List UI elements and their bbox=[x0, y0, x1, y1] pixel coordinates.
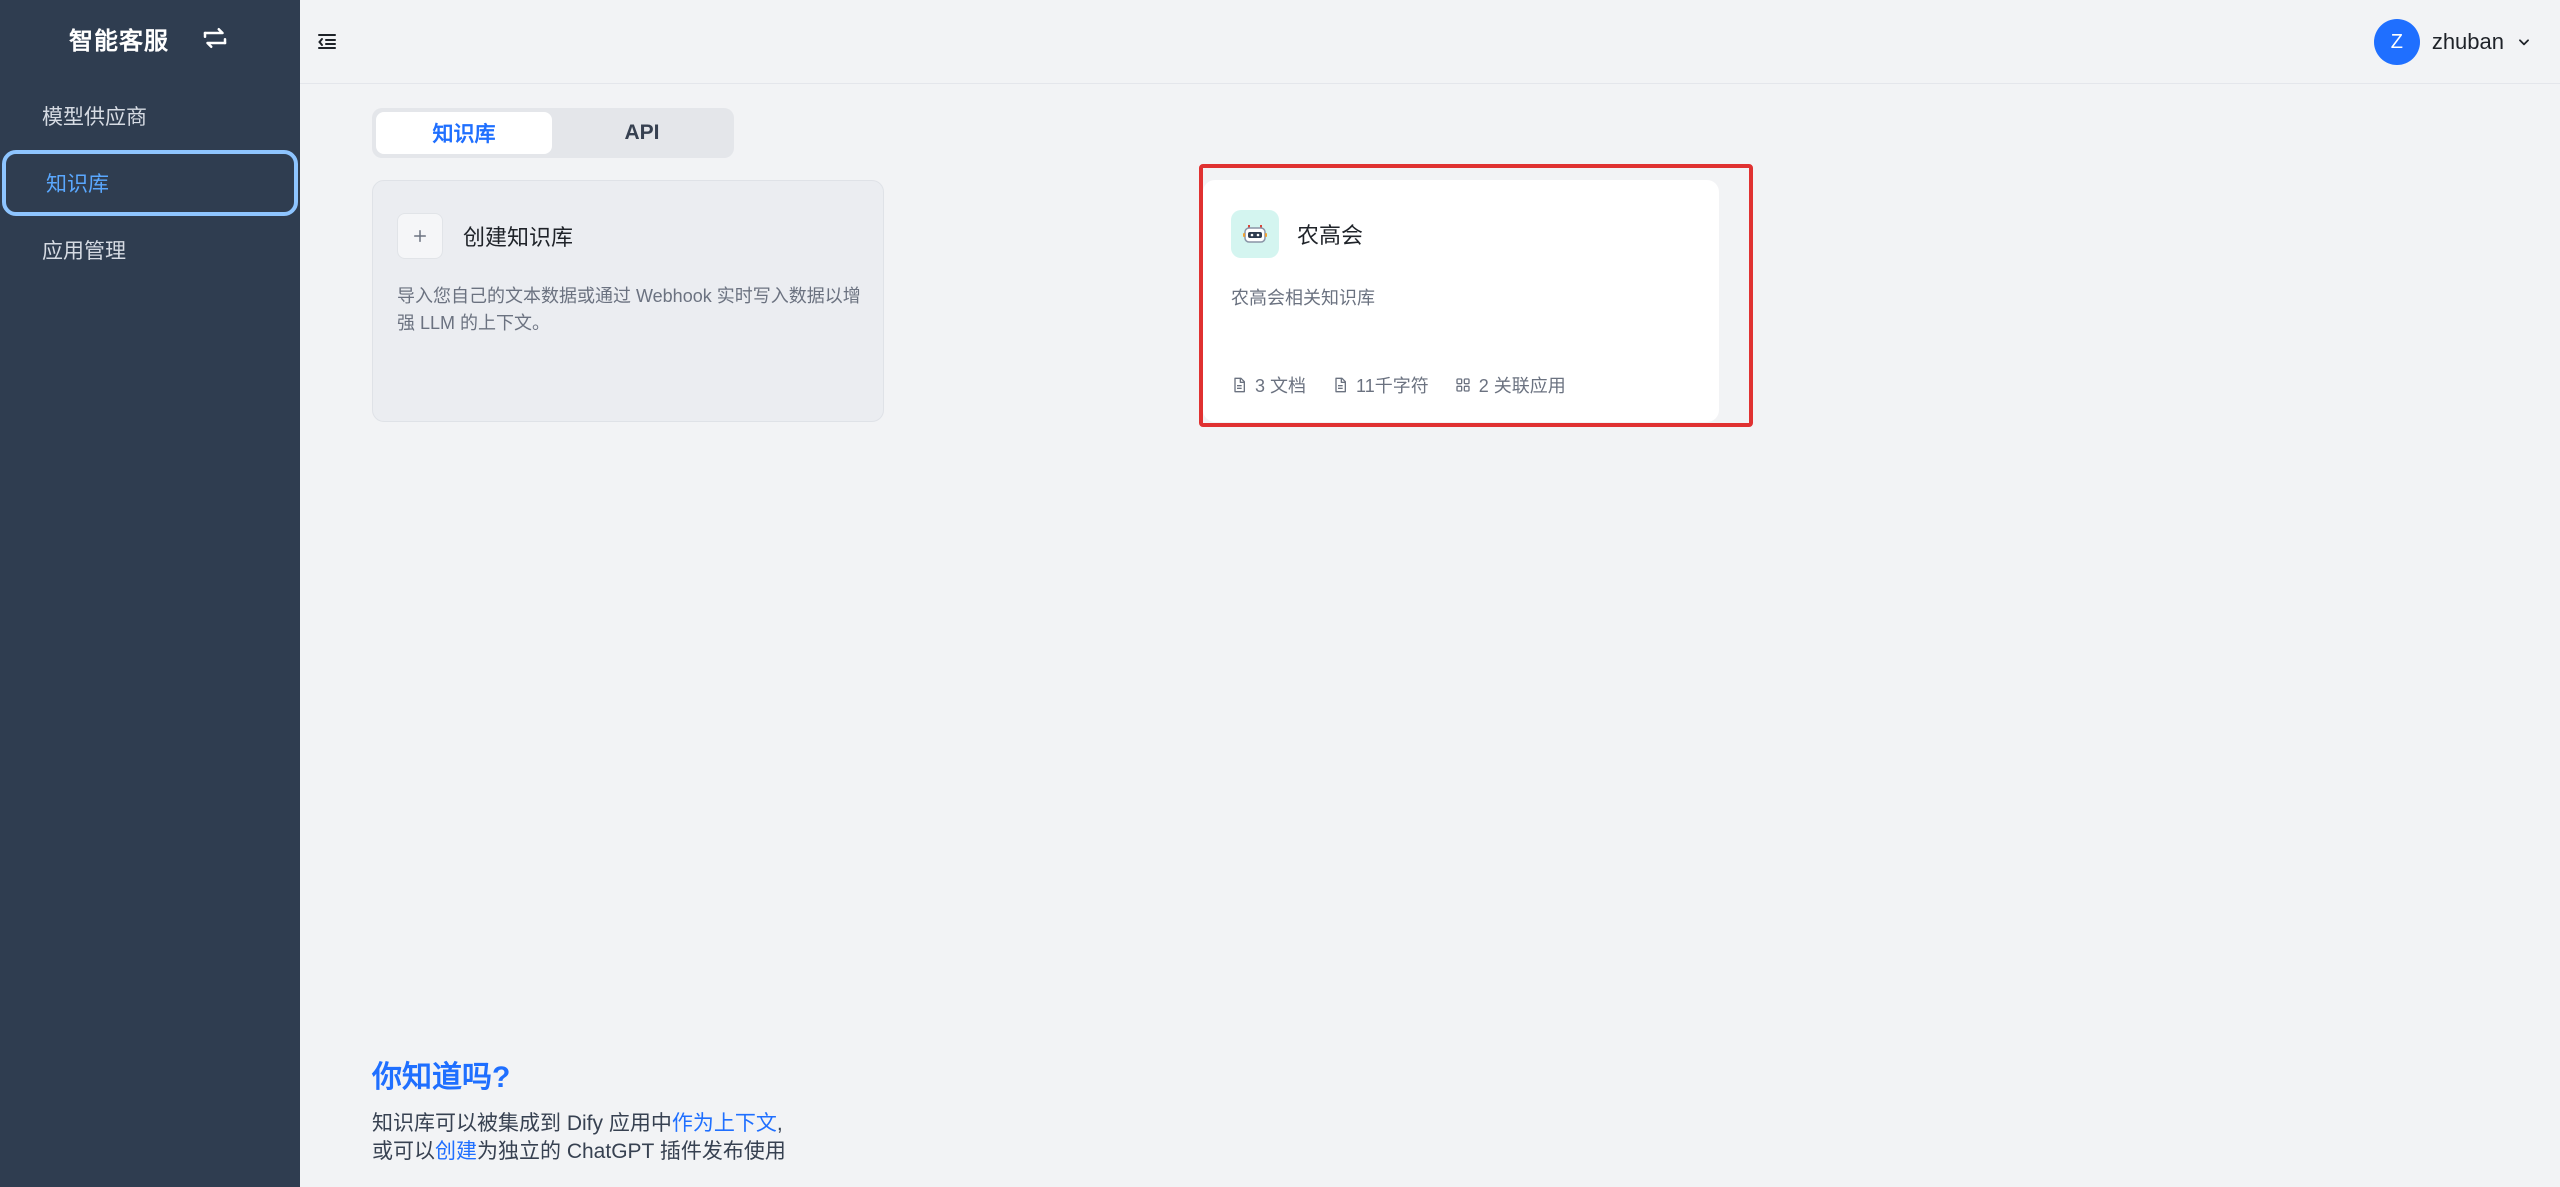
chevron-down-icon bbox=[2516, 34, 2532, 50]
create-card-description: 导入您自己的文本数据或通过 Webhook 实时写入数据以增强 LLM 的上下文… bbox=[397, 286, 861, 333]
kb-description: 农高会相关知识库 bbox=[1231, 288, 1375, 308]
tab-api[interactable]: API bbox=[554, 112, 730, 154]
robot-icon bbox=[1231, 210, 1279, 258]
main-content: Z zhuban 知识库 API 创建知识库 导入您自己的文本数据或通过 Web… bbox=[300, 0, 2560, 1187]
text-file-icon bbox=[1332, 377, 1348, 393]
tip-text: 或可以 bbox=[372, 1140, 435, 1163]
tip-line-2: 或可以创建为独立的 ChatGPT 插件发布使用 bbox=[372, 1138, 786, 1166]
app-window: 智能客服 模型供应商 知识库 应用管理 Z zhuban 知识库 API 创建知… bbox=[0, 0, 2560, 1187]
grid-icon bbox=[1455, 377, 1471, 393]
sidebar: 智能客服 模型供应商 知识库 应用管理 bbox=[0, 0, 300, 1187]
user-menu[interactable]: Z zhuban bbox=[2373, 19, 2532, 65]
knowledge-base-card[interactable]: 农高会 农高会相关知识库 3 文档 11千字符 2 关联应用 bbox=[1203, 180, 1719, 422]
sidebar-item-label: 知识库 bbox=[46, 173, 109, 196]
sidebar-item-label: 模型供应商 bbox=[42, 106, 147, 129]
menu-toggle-icon[interactable] bbox=[312, 26, 342, 56]
tab-switcher: 知识库 API bbox=[372, 108, 734, 158]
tip-title: 你知道吗? bbox=[372, 1061, 511, 1094]
kb-stat-chars: 11千字符 bbox=[1332, 372, 1429, 398]
brand-title: 智能客服 bbox=[69, 27, 169, 55]
kb-docs-count: 3 文档 bbox=[1255, 376, 1307, 396]
kb-stat-docs: 3 文档 bbox=[1231, 372, 1306, 398]
tip-text: 为独立的 ChatGPT 插件发布使用 bbox=[477, 1140, 786, 1163]
top-bar: Z zhuban bbox=[300, 0, 2560, 84]
username: zhuban bbox=[2431, 29, 2504, 54]
kb-apps-count: 2 关联应用 bbox=[1478, 376, 1566, 396]
create-card-header: 创建知识库 bbox=[397, 213, 573, 259]
kb-chars-count: 11千字符 bbox=[1356, 376, 1429, 396]
create-card-title: 创建知识库 bbox=[463, 225, 574, 250]
did-you-know-section: 你知道吗? 知识库可以被集成到 Dify 应用中作为上下文, 或可以创建为独立的… bbox=[372, 1052, 786, 1166]
tip-text: 知识库可以被集成到 Dify 应用中 bbox=[372, 1112, 672, 1135]
tab-knowledge[interactable]: 知识库 bbox=[376, 112, 552, 154]
avatar: Z bbox=[2373, 19, 2420, 65]
brand-header: 智能客服 bbox=[0, 0, 300, 76]
tip-link-as-context[interactable]: 作为上下文 bbox=[672, 1112, 777, 1135]
kb-stat-apps: 2 关联应用 bbox=[1455, 372, 1566, 398]
sidebar-item-app-management[interactable]: 应用管理 bbox=[0, 218, 300, 282]
plus-icon bbox=[397, 213, 443, 259]
kb-card-header: 农高会 bbox=[1231, 210, 1363, 258]
sidebar-item-model-providers[interactable]: 模型供应商 bbox=[0, 84, 300, 148]
sidebar-item-knowledge[interactable]: 知识库 bbox=[2, 150, 298, 216]
switch-icon[interactable] bbox=[199, 22, 231, 54]
kb-title: 农高会 bbox=[1297, 223, 1364, 248]
kb-stats: 3 文档 11千字符 2 关联应用 bbox=[1231, 372, 1566, 398]
tip-text: , bbox=[776, 1112, 783, 1135]
document-icon bbox=[1231, 377, 1247, 393]
tip-line-1: 知识库可以被集成到 Dify 应用中作为上下文, bbox=[372, 1110, 786, 1138]
sidebar-nav: 模型供应商 知识库 应用管理 bbox=[0, 84, 300, 284]
sidebar-item-label: 应用管理 bbox=[42, 240, 126, 263]
tip-link-create[interactable]: 创建 bbox=[435, 1140, 477, 1163]
create-knowledge-card[interactable]: 创建知识库 导入您自己的文本数据或通过 Webhook 实时写入数据以增强 LL… bbox=[372, 180, 884, 422]
